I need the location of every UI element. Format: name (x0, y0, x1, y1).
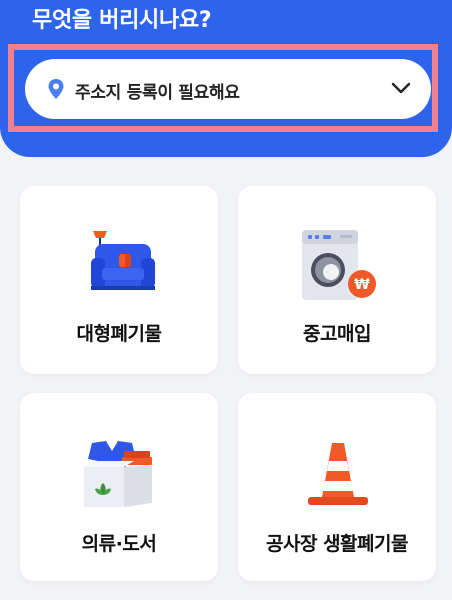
address-selector[interactable]: 주소지 등록이 필요해요 (25, 59, 431, 119)
category-label: 의류·도서 (81, 533, 157, 555)
category-card-bulky-waste[interactable]: 대형폐기물 (20, 186, 218, 374)
category-label: 대형폐기물 (76, 323, 162, 345)
won-badge: ₩ (354, 277, 370, 293)
category-label: 중고매입 (303, 323, 371, 345)
category-label: 공사장 생활폐기물 (266, 533, 408, 555)
category-card-construction-waste[interactable]: 공사장 생활폐기물 (238, 393, 436, 581)
category-card-used-purchase[interactable]: ₩ 중고매입 (238, 186, 436, 374)
armchair-lamp-icon (91, 231, 155, 290)
address-label: 주소지 등록이 필요해요 (75, 83, 240, 103)
category-card-clothes-books[interactable]: 의류·도서 (20, 393, 218, 581)
washing-machine-won-icon: ₩ (302, 230, 376, 300)
page-title: 무엇을 버리시나요? (32, 8, 212, 33)
chevron-down-icon[interactable] (391, 81, 411, 95)
clothes-box-icon (84, 441, 152, 507)
traffic-cone-icon (308, 443, 368, 505)
location-pin-icon (48, 79, 64, 99)
